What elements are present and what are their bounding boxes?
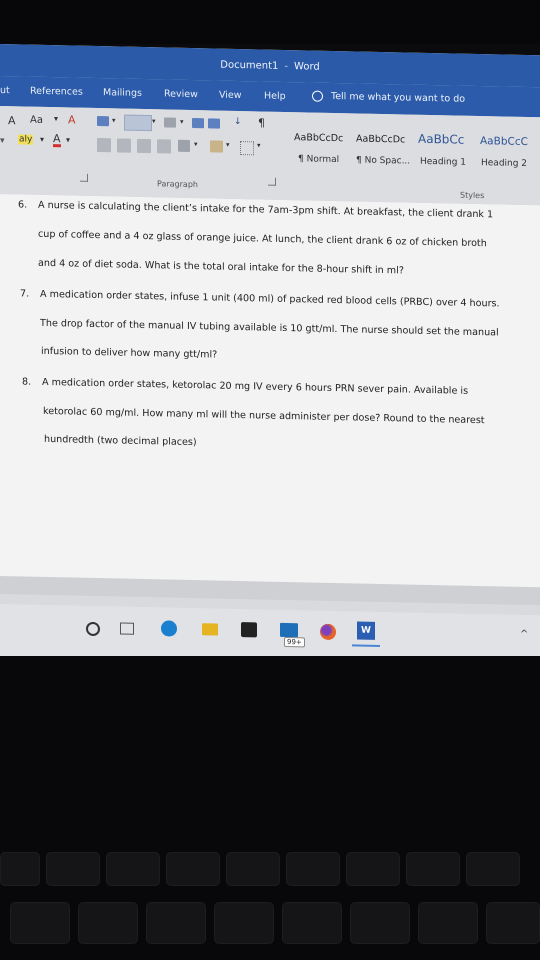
mail-badge: 99+ (284, 636, 305, 648)
keyboard-key (282, 902, 342, 944)
change-case-button[interactable]: Aa (30, 115, 43, 126)
laptop-bezel-top (0, 0, 540, 44)
style-heading2-name: Heading 2 (481, 158, 528, 170)
paragraph-group-label: Paragraph (157, 179, 198, 190)
font-color-button[interactable]: A (53, 132, 61, 148)
tab-help[interactable]: Help (264, 91, 286, 102)
chevron-down-icon[interactable]: ▾ (112, 116, 116, 124)
style-heading2-preview[interactable]: AaBbCcC (480, 135, 528, 148)
file-explorer-icon[interactable] (202, 623, 218, 636)
keyboard-key (146, 902, 206, 944)
bullets-icon[interactable] (97, 116, 109, 127)
keyboard-key (214, 902, 274, 944)
active-app-indicator (352, 644, 380, 647)
grow-font-button[interactable]: A (8, 114, 16, 127)
sort-icon[interactable]: ↓ (234, 117, 242, 127)
keyboard-key (78, 902, 138, 944)
tell-me-text: Tell me what you want to do (331, 90, 466, 105)
align-right-icon[interactable] (137, 138, 151, 154)
chevron-down-icon[interactable]: ▾ (226, 141, 230, 149)
ribbon: A Aa ▾ A ▾ aly ▾ A ▾ ▾ ▾ ▾ ↓ ¶ ▾ ▾ ▾ Par… (0, 106, 540, 207)
question-line: The drop factor of the manual IV tubing … (40, 317, 499, 339)
search-icon[interactable] (86, 621, 100, 637)
question-line: A medication order states, ketorolac 20 … (42, 376, 469, 397)
keyboard-key (346, 852, 400, 886)
app-name: Word (294, 60, 320, 73)
style-normal-name: ¶ Normal (298, 154, 340, 166)
firefox-icon[interactable] (320, 623, 336, 641)
style-no-spacing-name: ¶ No Spac... (356, 155, 411, 167)
question-line: A nurse is calculating the client’s inta… (38, 199, 494, 221)
multilevel-list-icon[interactable] (164, 117, 176, 128)
edge-browser-icon[interactable] (161, 620, 177, 637)
numbering-icon[interactable] (124, 114, 152, 132)
style-heading1-preview[interactable]: AaBbCc (418, 132, 464, 147)
keyboard-key (46, 852, 100, 886)
styles-group-label: Styles (460, 190, 485, 201)
keyboard-key (286, 852, 340, 886)
keyboard-key (106, 852, 160, 886)
font-dialog-launcher-icon[interactable] (80, 173, 88, 182)
lightbulb-icon (312, 90, 323, 102)
paragraph-dialog-launcher-icon[interactable] (268, 177, 276, 186)
chevron-down-icon[interactable]: ▾ (194, 140, 198, 148)
store-icon[interactable] (241, 622, 257, 638)
decrease-indent-icon[interactable] (192, 118, 204, 129)
clear-formatting-icon[interactable]: A (68, 113, 76, 126)
align-left-icon[interactable] (97, 138, 111, 153)
chevron-down-icon[interactable]: ▾ (257, 141, 261, 149)
show-hidden-icons-chevron[interactable]: ^ (520, 629, 528, 640)
align-center-icon[interactable] (117, 138, 131, 153)
tab-mailings[interactable]: Mailings (103, 87, 142, 99)
tab-layout-partial[interactable]: ut (0, 85, 10, 96)
keyboard-key (166, 852, 220, 886)
increase-indent-icon[interactable] (208, 118, 220, 129)
tell-me-search[interactable]: Tell me what you want to do (312, 90, 466, 105)
keyboard-key (486, 902, 540, 944)
word-taskbar-icon[interactable]: W (357, 621, 375, 640)
chevron-down-icon[interactable]: ▾ (0, 136, 5, 146)
question-number: 8. (22, 376, 32, 388)
question-line: ketorolac 60 mg/ml. How many ml will the… (43, 405, 485, 427)
keyboard-key (406, 852, 460, 886)
chevron-down-icon[interactable]: ▾ (40, 135, 44, 144)
chevron-down-icon[interactable]: ▾ (66, 135, 70, 144)
mail-icon[interactable] (280, 622, 298, 638)
question-number: 7. (20, 288, 30, 300)
chevron-down-icon[interactable]: ▾ (152, 117, 156, 125)
question-line: hundredth (two decimal places) (44, 433, 197, 449)
shading-icon[interactable] (210, 140, 223, 153)
task-view-icon[interactable] (120, 622, 134, 635)
style-normal-preview[interactable]: AaBbCcDc (294, 132, 343, 144)
question-line: A medication order states, infuse 1 unit… (40, 288, 500, 310)
line-spacing-icon[interactable] (178, 139, 190, 152)
question-line: infusion to deliver how many gtt/ml? (41, 345, 218, 361)
borders-icon[interactable] (240, 141, 254, 156)
keyboard-key (418, 902, 478, 944)
question-number: 6. (18, 199, 28, 211)
question-line: and 4 oz of diet soda. What is the total… (38, 257, 404, 277)
text-highlight-button[interactable]: aly (18, 134, 34, 145)
tab-references[interactable]: References (30, 86, 83, 98)
question-line: cup of coffee and a 4 oz glass of orange… (38, 228, 487, 250)
laptop-keyboard-area (0, 656, 540, 960)
chevron-down-icon[interactable]: ▾ (54, 114, 58, 123)
title-separator: - (284, 60, 289, 72)
keyboard-key (350, 902, 410, 944)
justify-icon[interactable] (157, 139, 171, 154)
style-no-spacing-preview[interactable]: AaBbCcDc (356, 133, 405, 145)
pilcrow-icon[interactable]: ¶ (258, 116, 265, 129)
tab-view[interactable]: View (219, 90, 242, 101)
chevron-down-icon[interactable]: ▾ (180, 118, 184, 126)
keyboard-key (0, 852, 40, 886)
document-page[interactable]: 6. A nurse is calculating the client’s i… (0, 194, 540, 598)
keyboard-key (10, 902, 70, 944)
style-heading1-name: Heading 1 (420, 156, 467, 168)
keyboard-key (226, 852, 280, 886)
document-title: Document1 (220, 59, 279, 72)
tab-review[interactable]: Review (164, 88, 198, 100)
screen: Document1 - Word ut References Mailings … (0, 44, 540, 668)
keyboard-key (466, 852, 520, 886)
